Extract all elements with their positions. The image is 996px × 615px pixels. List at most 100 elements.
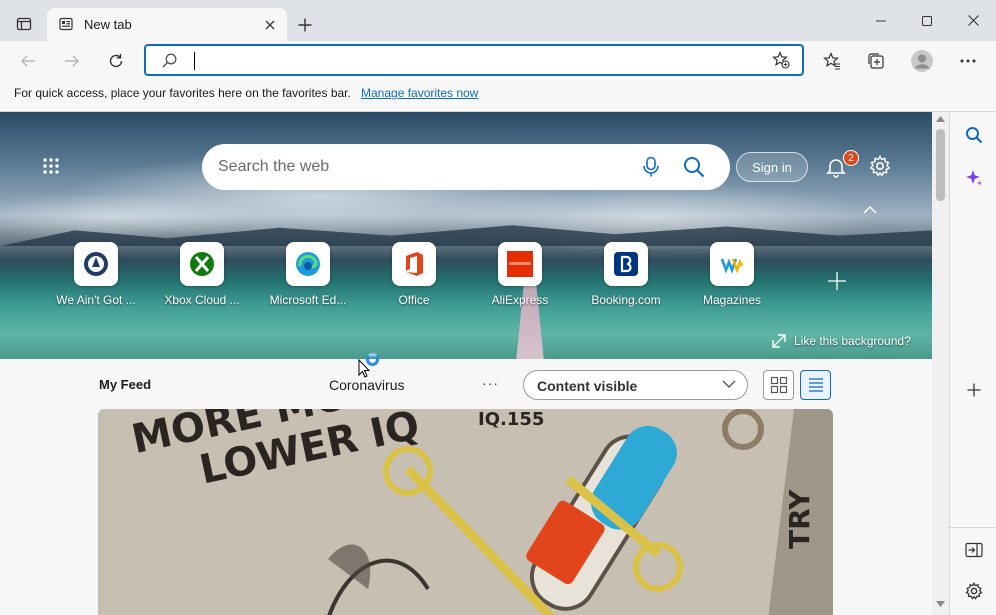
quicklink-label: We Ain't Got ... [56, 293, 136, 307]
wagt-logo-icon [84, 252, 108, 276]
sign-in-button[interactable]: Sign in [736, 152, 808, 182]
web-search-box[interactable] [202, 144, 730, 190]
grid-layout-button[interactable] [763, 370, 794, 400]
tab-close-button[interactable] [261, 16, 279, 34]
favorites-icon [823, 52, 840, 70]
hide-sidebar-icon [965, 542, 983, 558]
feed-more-button[interactable]: ··· [482, 375, 499, 391]
quicklink-aliexpress[interactable]: AliExpress [470, 242, 570, 307]
search-icon[interactable] [682, 155, 706, 179]
toolbar [0, 41, 996, 79]
content-visibility-select[interactable]: Content visible [523, 370, 748, 400]
text-caret [194, 52, 195, 70]
web-search-input[interactable] [218, 156, 618, 178]
tab-new-tab[interactable]: New tab [47, 8, 287, 41]
address-bar[interactable] [144, 44, 804, 76]
feed-card[interactable]: MORE MOVES LOWER IQ IQ.155 TRY [98, 409, 833, 615]
quicklink-office[interactable]: Office [364, 242, 464, 307]
quicklink-microsoft-edge[interactable]: Microsoft Ed... [258, 242, 358, 307]
browser-window: New tab For quick access, place your fav… [0, 0, 996, 615]
close-window-button[interactable] [950, 0, 996, 41]
sparkle-icon [966, 170, 982, 186]
collections-button[interactable] [862, 47, 890, 75]
favorites-bar: For quick access, place your favorites h… [0, 79, 996, 112]
minimize-icon [876, 20, 886, 21]
quicklink-label: Office [398, 293, 430, 307]
edge-icon [296, 252, 320, 276]
add-quicklink-icon[interactable] [826, 270, 848, 292]
sidebar-divider [950, 527, 996, 528]
list-layout-button[interactable] [800, 370, 831, 400]
new-tab-page-icon [59, 17, 73, 31]
scroll-up-icon[interactable] [936, 116, 945, 122]
address-input[interactable] [196, 50, 756, 72]
forward-arrow-icon [65, 55, 79, 67]
collections-icon [868, 53, 884, 69]
more-dots-icon [960, 59, 976, 63]
settings-more-button[interactable] [954, 47, 982, 75]
manage-favorites-link[interactable]: Manage favorites now [361, 86, 478, 100]
avatar-icon [911, 50, 933, 72]
new-tab-page: Sign in 2 We Ain't Got ... Xbox Cloud ..… [0, 112, 932, 615]
scroll-down-icon[interactable] [936, 601, 945, 607]
title-bar: New tab [0, 0, 996, 41]
maximize-button[interactable] [904, 0, 950, 41]
list-view-icon [808, 378, 823, 392]
grid-view-icon [770, 376, 787, 394]
loading-spinner-icon [366, 353, 379, 366]
profile-button[interactable] [908, 47, 936, 75]
quicklink-label: Booking.com [591, 293, 661, 307]
favorites-hint: For quick access, place your favorites h… [14, 86, 351, 100]
expand-arrow-icon [772, 334, 786, 348]
minimize-button[interactable] [858, 0, 904, 41]
quicklink-label: Microsoft Ed... [269, 293, 347, 307]
favorites-button[interactable] [818, 47, 846, 75]
maximize-icon [922, 15, 932, 26]
puzzle-illustration [327, 409, 764, 615]
search-icon [966, 127, 983, 144]
chevron-up-icon[interactable] [862, 205, 878, 215]
scroll-thumb[interactable] [936, 129, 945, 201]
sidebar-copilot-button[interactable] [962, 166, 986, 190]
quicklink-magazines[interactable]: Magazines [682, 242, 782, 307]
gear-icon[interactable] [869, 155, 891, 177]
sidebar-add-button[interactable] [962, 378, 986, 402]
like-background-label: Like this background? [794, 334, 911, 348]
tab-my-feed[interactable]: My Feed [99, 377, 151, 392]
like-background-button[interactable]: Like this background? [772, 334, 911, 348]
quicklink-we-aint-got[interactable]: We Ain't Got ... [46, 242, 146, 307]
xbox-icon [190, 252, 214, 276]
app-grid-icon [43, 158, 59, 174]
close-icon [967, 15, 979, 26]
plus-icon [298, 18, 312, 32]
tab-actions-icon [16, 17, 32, 31]
microphone-icon[interactable] [640, 156, 662, 178]
tab-coronavirus[interactable]: Coronavirus [329, 377, 404, 393]
refresh-icon [109, 54, 123, 68]
add-favorite-icon[interactable] [772, 51, 790, 69]
edge-sidebar [949, 112, 996, 615]
notification-badge: 2 [843, 150, 859, 166]
plus-icon [967, 383, 981, 397]
refresh-button[interactable] [102, 47, 130, 75]
background-image: Sign in 2 We Ain't Got ... Xbox Cloud ..… [0, 112, 932, 359]
office-icon [406, 252, 423, 276]
quicklink-label: Xbox Cloud ... [164, 293, 240, 307]
back-arrow-icon [21, 55, 35, 67]
aliexpress-icon [507, 251, 533, 277]
gear-icon [965, 582, 983, 600]
content-visibility-value: Content visible [537, 378, 638, 394]
sidebar-hide-button[interactable] [962, 538, 986, 562]
quicklink-xbox-cloud[interactable]: Xbox Cloud ... [152, 242, 252, 307]
back-button[interactable] [14, 47, 42, 75]
booking-icon [614, 252, 638, 276]
sidebar-search-button[interactable] [962, 123, 986, 147]
apps-launcher-button[interactable] [42, 157, 60, 180]
forward-button[interactable] [58, 47, 86, 75]
tab-actions-button[interactable] [8, 10, 40, 38]
quicklink-booking[interactable]: Booking.com [576, 242, 676, 307]
sidebar-settings-button[interactable] [962, 579, 986, 603]
chevron-down-icon [722, 380, 736, 388]
new-tab-button[interactable] [294, 14, 316, 36]
vertical-scrollbar[interactable] [932, 112, 949, 615]
